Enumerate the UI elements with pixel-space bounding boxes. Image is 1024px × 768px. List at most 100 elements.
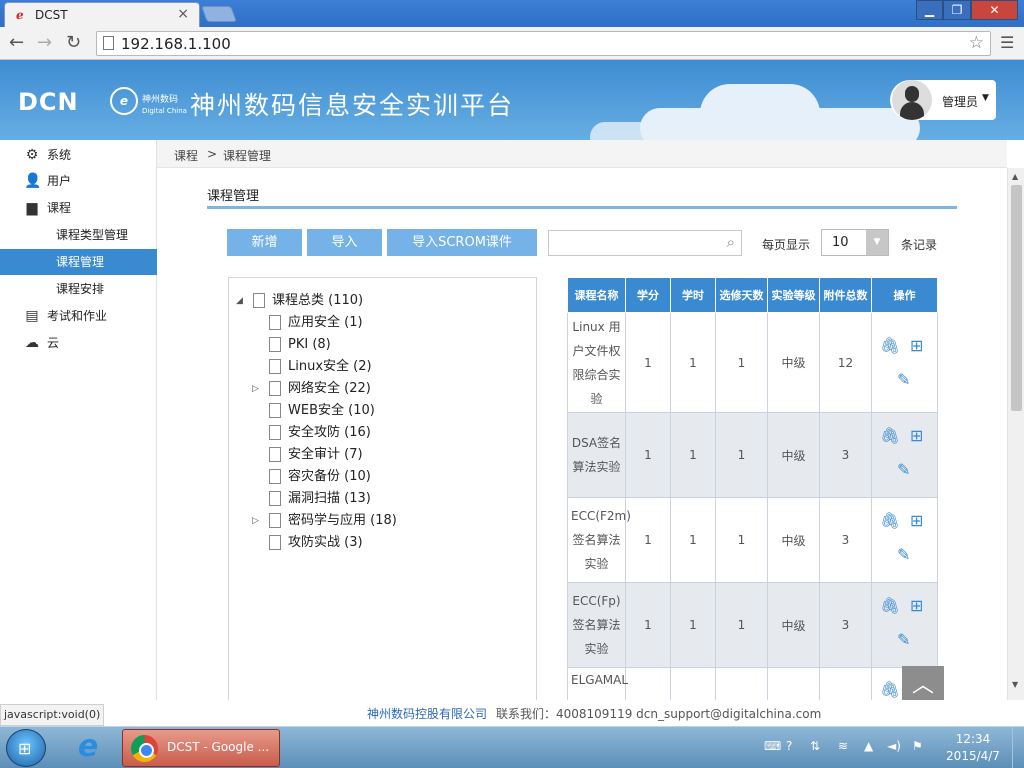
expand-icon[interactable]: ▷ <box>252 379 259 399</box>
column-header-days[interactable]: 选修天数 <box>715 277 768 313</box>
collapse-icon[interactable]: ◢ <box>236 291 243 311</box>
sidebar-item-label: 用户 <box>47 174 72 188</box>
reload-icon[interactable]: ↻ <box>66 33 81 53</box>
actions-cell: 🖇 ⊞ ✎ <box>871 312 938 413</box>
user-menu[interactable]: 管理员 ▼ <box>890 80 996 120</box>
edit-icon[interactable]: ✎ <box>897 370 910 389</box>
sidebar-item-label: 系统 <box>47 148 72 162</box>
show-hidden-icons[interactable]: ▲ <box>864 739 873 753</box>
breadcrumb-root[interactable]: 课程 <box>174 147 198 164</box>
hours-cell: 1 <box>670 312 716 413</box>
import-scrom-button[interactable]: 导入SCROM课件 <box>387 229 537 256</box>
volume-icon[interactable]: ◄) <box>887 739 901 753</box>
attachment-icon[interactable]: 🖇 <box>880 512 900 530</box>
file-icon <box>269 447 281 462</box>
search-icon[interactable]: ⌕ <box>727 233 735 251</box>
add-button[interactable]: 新增 <box>227 229 302 256</box>
course-category-tree: ◢ 课程总类 (110) 应用安全 (1) PKI (8) Linux安全 (2… <box>228 277 537 700</box>
level-cell: 中级 <box>767 497 820 583</box>
new-tab-button[interactable] <box>201 6 237 22</box>
sidebar-item-users[interactable]: 👤 用户 <box>0 168 157 194</box>
sidebar-item-course-management[interactable]: 课程管理 <box>0 249 157 275</box>
edit-icon[interactable]: ✎ <box>897 546 910 564</box>
sidebar-item-label: 课程管理 <box>56 255 105 269</box>
import-button[interactable]: 导入 <box>307 229 382 256</box>
sidebar-item-course-schedule[interactable]: 课程安排 <box>0 276 157 302</box>
tree-node-label: WEB安全 (10) <box>288 403 375 418</box>
hierarchy-icon[interactable]: ⊞ <box>910 512 923 530</box>
tab-close-icon[interactable]: × <box>177 7 189 21</box>
action-center-icon[interactable]: ⚑ <box>912 739 923 753</box>
keyboard-icon[interactable]: ⌨ <box>764 739 781 753</box>
file-icon <box>269 315 281 330</box>
hierarchy-icon[interactable]: ⊞ <box>910 597 923 615</box>
minimize-button[interactable]: ▁ <box>916 0 943 20</box>
help-icon[interactable]: ? <box>786 739 792 753</box>
expand-icon[interactable]: ▷ <box>252 511 259 531</box>
hierarchy-icon[interactable]: ⊞ <box>910 427 923 445</box>
sidebar-item-system[interactable]: ⚙ 系统 <box>0 142 157 168</box>
windows-logo-icon: ⊞ <box>18 739 32 758</box>
footer-company[interactable]: 神州数码控股有限公司 <box>367 705 487 722</box>
hierarchy-icon[interactable]: ⊞ <box>910 336 923 355</box>
scroll-up-icon[interactable]: ▲ <box>1012 172 1018 181</box>
column-header-name[interactable]: 课程名称 <box>567 277 626 313</box>
bookmark-star-icon[interactable]: ☆ <box>969 33 984 53</box>
edit-icon[interactable]: ✎ <box>897 631 910 649</box>
chevron-down-icon: ▼ <box>866 230 888 255</box>
tree-node-label: 攻防实战 (3) <box>288 535 363 550</box>
tree-node-label: 安全审计 (7) <box>288 447 363 462</box>
table-row: ECC(Fp)签名算法实验 1 1 1 中级 3 🖇 ⊞ ✎ <box>567 582 938 668</box>
usb-icon[interactable]: ⇅ <box>810 739 820 753</box>
scrollbar-thumb[interactable] <box>1011 185 1022 411</box>
level-cell: 中级 <box>767 412 820 498</box>
per-page-select[interactable]: 10 ▼ <box>821 229 889 256</box>
file-icon <box>269 359 281 374</box>
browser-status-bar: javascript:void(0) <box>0 704 104 726</box>
internet-explorer-icon[interactable]: e <box>70 731 106 765</box>
book-icon: ▆ <box>26 200 38 216</box>
attachment-icon[interactable]: 🖇 <box>880 680 900 699</box>
user-name: 管理员 <box>942 95 979 109</box>
scroll-down-icon[interactable]: ▼ <box>1012 680 1018 689</box>
column-header-attachments[interactable]: 附件总数 <box>819 277 872 313</box>
column-header-credit[interactable]: 学分 <box>625 277 671 313</box>
sidebar-item-course-type[interactable]: 课程类型管理 <box>0 222 157 248</box>
actions-cell: 🖇 ⊞ ✎ <box>871 497 938 583</box>
forward-icon[interactable]: → <box>37 33 52 53</box>
chrome-taskbar-button[interactable]: DCST - Google ... <box>122 729 280 767</box>
chrome-taskbar-label: DCST - Google ... <box>167 740 270 754</box>
window-close-button[interactable]: ✕ <box>971 0 1018 20</box>
show-desktop-button[interactable] <box>1012 727 1024 768</box>
clock-time: 12:34 <box>955 732 991 746</box>
level-cell: 中级 <box>767 312 820 413</box>
page-scrollbar[interactable]: ▲ ▼ <box>1007 168 1024 700</box>
taskbar-clock[interactable]: 12:34 2015/4/7 <box>940 731 1006 765</box>
sidebar-item-cloud[interactable]: ☁ 云 <box>0 330 157 356</box>
sidebar-item-exams[interactable]: ▤ 考试和作业 <box>0 303 157 329</box>
attachment-icon[interactable]: 🖇 <box>880 336 900 355</box>
column-header-level[interactable]: 实验等级 <box>767 277 820 313</box>
breadcrumb: 课程 > 课程管理 <box>157 140 1007 168</box>
edit-icon[interactable]: ✎ <box>897 461 910 479</box>
search-input[interactable]: ⌕ <box>548 230 742 256</box>
file-icon <box>269 425 281 440</box>
column-header-hours[interactable]: 学时 <box>670 277 716 313</box>
sidebar-item-label: 课程 <box>47 201 72 215</box>
browser-menu-icon[interactable]: ☰ <box>1000 33 1014 52</box>
address-bar[interactable]: 192.168.1.100 ☆ <box>96 31 991 56</box>
url-text: 192.168.1.100 <box>121 35 231 53</box>
sidebar-item-courses[interactable]: ▆ 课程 <box>0 195 157 221</box>
breadcrumb-separator: > <box>207 147 218 161</box>
attachment-icon[interactable]: 🖇 <box>880 597 900 615</box>
browser-tab[interactable]: ℯ DCST × <box>4 2 200 27</box>
wifi-icon[interactable]: ≋ <box>838 739 848 753</box>
credit-cell: 1 <box>625 582 671 668</box>
dcn-logo: DCN <box>18 88 79 116</box>
cloud-icon: ☁ <box>25 335 39 351</box>
start-button[interactable]: ⊞ <box>6 729 46 767</box>
back-icon[interactable]: ← <box>9 33 24 53</box>
sidebar: ⚙ 系统 👤 用户 ▆ 课程 课程类型管理 课程管理 课程安排 ▤ 考试和作业 … <box>0 140 157 700</box>
attachment-icon[interactable]: 🖇 <box>880 427 900 445</box>
maximize-button[interactable]: ❐ <box>943 0 971 20</box>
